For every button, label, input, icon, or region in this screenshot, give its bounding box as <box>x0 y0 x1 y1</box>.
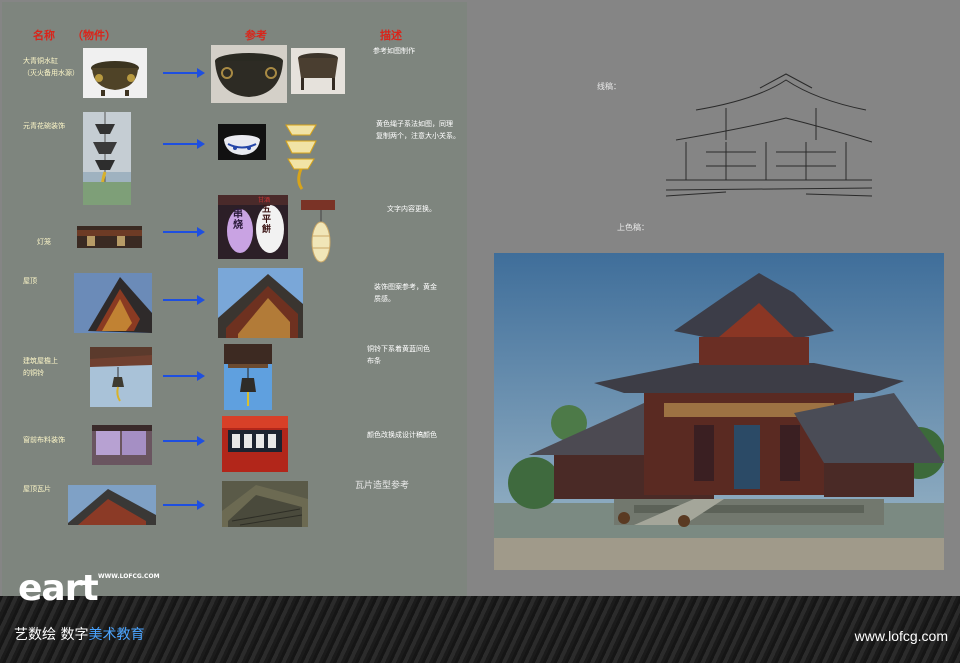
arrow-row-5 <box>163 371 205 381</box>
arrow-row-7 <box>163 500 205 510</box>
header-description: 描述 <box>380 29 402 42</box>
window-cloth-model-image <box>92 425 152 465</box>
roof-tiles-reference-photo <box>222 481 308 527</box>
water-vat-model-image <box>83 48 147 98</box>
row-label-bowl-ornament: 元青花碗装饰 <box>23 122 65 130</box>
arrow-row-4 <box>163 295 205 305</box>
rope-lantern-reference-image <box>278 115 324 193</box>
bowl-ornament-model-image <box>83 112 131 205</box>
row-label-eave-bell: 建筑屋檐上 的铜铃 <box>23 357 58 377</box>
blue-white-bowl-photo <box>218 124 266 160</box>
water-vat-reference-photo <box>211 45 287 103</box>
row-desc-window-cloth: 颜色改换成设计稿颜色 <box>367 431 437 439</box>
line-draft-label: 线稿： <box>597 82 621 91</box>
header-name: 名称 <box>33 29 55 42</box>
footer-tagline: 艺数绘 数字美术教育 <box>14 624 144 644</box>
header-object: （物件） <box>72 29 116 42</box>
tagline-part-a: 艺数绘 数字 <box>14 627 89 643</box>
color-concept-painting <box>494 253 944 570</box>
row-label-roof: 屋顶 <box>23 277 37 285</box>
arrow-row-2 <box>163 139 205 149</box>
color-draft-label: 上色稿： <box>617 223 649 232</box>
arrow-row-3 <box>163 227 205 237</box>
line-draft-sketch <box>666 70 872 200</box>
row-desc-eave-bell: 铜铃下系着黄蓝间色 布条 <box>367 345 430 365</box>
eart-logo: eart <box>18 568 99 609</box>
header-reference: 参考 <box>245 29 267 42</box>
eart-logo-small-url: WWW.LOFCG.COM <box>98 573 160 580</box>
tagline-part-b: 美术教育 <box>88 627 145 643</box>
row-label-lantern: 灯笼 <box>37 238 51 246</box>
arrow-row-6 <box>163 436 205 446</box>
arrow-row-1 <box>163 68 205 78</box>
eave-bell-reference-photo <box>224 344 272 410</box>
lantern-model-image <box>77 226 142 248</box>
window-cloth-reference-photo <box>222 416 288 472</box>
paper-lantern-reference-image <box>297 196 341 266</box>
row-desc-water-vat: 参考如图制作 <box>373 47 415 55</box>
row-desc-roof: 装饰图案参考，黄金 质感。 <box>374 283 437 303</box>
lantern-top-text: 甘酒 <box>258 197 271 204</box>
row-label-water-vat: 大青铜水缸 （灭火备用水源） <box>23 57 79 77</box>
roof-reference-photo <box>218 268 303 338</box>
eave-bell-model-image <box>90 347 152 407</box>
row-label-roof-tiles: 屋顶瓦片 <box>23 485 51 493</box>
row-label-window-cloth: 窗前布料装饰 <box>23 436 65 444</box>
footer-url-link[interactable]: www.lofcg.com <box>855 628 948 644</box>
roof-tiles-model-image <box>68 485 156 525</box>
row-desc-roof-tiles: 瓦片造型参考 <box>355 481 410 491</box>
lantern-left-text: 串烧 <box>233 209 243 231</box>
water-vat-stand-photo <box>291 48 345 94</box>
roof-model-image <box>74 273 152 333</box>
row-desc-bowl-ornament: 黄色绳子系法如图，同理 复制两个，注意大小关系。 <box>376 120 460 140</box>
row-desc-lantern: 文字内容更换。 <box>387 205 436 213</box>
lantern-right-text: 五平餅 <box>262 205 272 235</box>
lantern-reference-photo: 串烧 五平餅 甘酒 <box>218 195 288 259</box>
